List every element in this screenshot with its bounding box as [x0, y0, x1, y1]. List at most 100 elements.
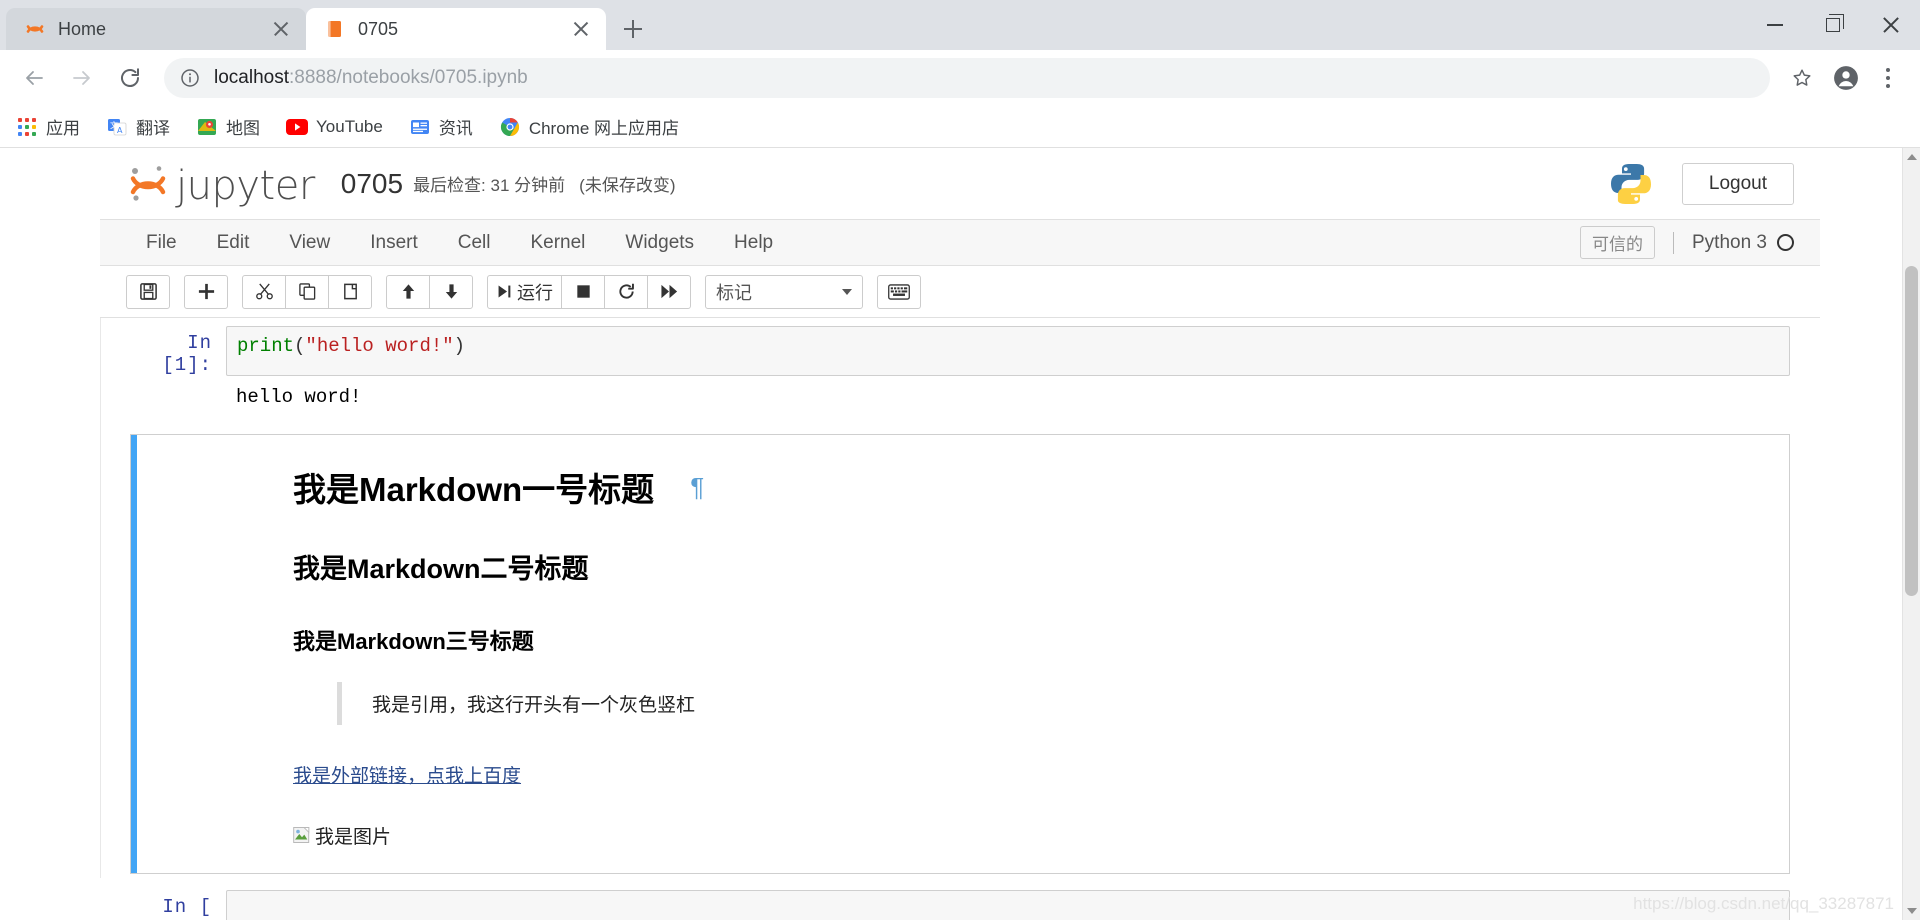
logout-button[interactable]: Logout	[1681, 162, 1794, 205]
run-cell-button[interactable]: 运行	[487, 274, 562, 309]
reload-button[interactable]	[110, 58, 150, 98]
cell-type-select[interactable]: 标记	[705, 274, 863, 309]
bookmark-star-icon[interactable]	[1782, 58, 1822, 98]
menu-widgets[interactable]: Widgets	[605, 220, 714, 266]
markdown-content: 我是Markdown一号标题 ¶ 我是Markdown二号标题 我是Markdo…	[137, 463, 1789, 849]
interrupt-kernel-button[interactable]	[561, 274, 605, 309]
arrow-left-icon	[26, 71, 43, 85]
copy-button[interactable]	[285, 274, 329, 309]
notebook-container: jupyter 0705 最后检查: 31 分钟前 (未保存改变) Logout	[100, 148, 1820, 920]
jupyter-wordmark: jupyter	[176, 162, 315, 209]
back-button[interactable]	[14, 58, 54, 98]
markdown-blockquote: 我是引用，我这行开头有一个灰色竖杠	[337, 682, 1763, 725]
restart-and-run-all-button[interactable]	[647, 274, 691, 309]
address-bar-url: localhost:8888/notebooks/0705.ipynb	[214, 67, 528, 89]
toolbar-group-run: 运行	[487, 274, 691, 309]
run-icon	[498, 285, 511, 298]
tab-strip: Home 0705	[0, 0, 1920, 50]
svg-text:A: A	[117, 126, 123, 135]
jupyter-logo[interactable]: jupyter	[126, 162, 315, 206]
arrow-up-icon	[402, 284, 414, 299]
scrollbar-thumb[interactable]	[1905, 266, 1918, 596]
maximize-icon	[1826, 14, 1844, 32]
keyboard-icon	[888, 283, 910, 300]
anchor-link-icon[interactable]: ¶	[690, 472, 704, 503]
save-button[interactable]	[126, 274, 170, 309]
cell-type-value: 标记	[716, 282, 752, 303]
code-cell-1-output: hello word!	[130, 376, 1790, 422]
chrome-menu-button[interactable]	[1870, 58, 1906, 98]
restart-kernel-button[interactable]	[604, 274, 648, 309]
command-palette-button[interactable]	[877, 274, 921, 309]
close-icon[interactable]	[270, 18, 292, 40]
move-cell-up-button[interactable]	[386, 274, 430, 309]
stop-square-icon	[576, 285, 590, 298]
code-cell-1[interactable]: In [1]: print("hello word!")	[130, 326, 1790, 376]
close-window-button[interactable]	[1862, 0, 1920, 50]
scroll-up-arrow-icon[interactable]	[1907, 154, 1917, 160]
bookmark-news[interactable]: 资讯	[409, 114, 473, 139]
code-editor-empty[interactable]	[226, 890, 1790, 920]
notebook-left-border	[100, 318, 101, 878]
notebook-title[interactable]: 0705	[341, 168, 403, 200]
kernel-idle-icon[interactable]	[1777, 234, 1794, 251]
markdown-heading-2: 我是Markdown二号标题	[293, 554, 589, 584]
markdown-cell[interactable]: 我是Markdown一号标题 ¶ 我是Markdown二号标题 我是Markdo…	[130, 434, 1790, 874]
markdown-external-link[interactable]: 我是外部链接，点我上百度	[293, 761, 1763, 788]
scissors-icon	[255, 283, 273, 300]
reload-icon	[121, 68, 139, 87]
minimize-button[interactable]	[1746, 0, 1804, 50]
bookmark-apps[interactable]: 应用	[16, 114, 80, 139]
bookmark-translate[interactable]: 文 A 翻译	[106, 114, 170, 139]
info-circle-icon[interactable]	[180, 68, 200, 88]
close-icon[interactable]	[570, 18, 592, 40]
markdown-rendered-body[interactable]: 我是Markdown一号标题 ¶ 我是Markdown二号标题 我是Markdo…	[137, 435, 1789, 873]
cut-button[interactable]	[242, 274, 286, 309]
address-bar[interactable]: localhost:8888/notebooks/0705.ipynb	[164, 58, 1770, 98]
forward-button[interactable]	[62, 58, 102, 98]
notebook-body: In [1]: print("hello word!") hello word!	[100, 318, 1820, 920]
browser-toolbar: localhost:8888/notebooks/0705.ipynb	[0, 50, 1920, 106]
menu-help[interactable]: Help	[714, 220, 793, 266]
markdown-broken-image: 我是图片	[293, 822, 1763, 849]
chrome-webstore-icon	[499, 116, 521, 138]
page-scrollbar[interactable]	[1902, 148, 1920, 920]
menu-file[interactable]: File	[126, 220, 197, 266]
paste-button[interactable]	[328, 274, 372, 309]
broken-image-icon	[293, 826, 313, 846]
dot-icon	[1886, 84, 1890, 88]
tab-title: 0705	[358, 18, 399, 39]
close-icon	[1882, 16, 1900, 34]
code-editor[interactable]: print("hello word!")	[226, 326, 1790, 376]
menu-kernel[interactable]: Kernel	[510, 220, 605, 266]
maximize-button[interactable]	[1804, 0, 1862, 50]
bookmark-maps[interactable]: 地图	[196, 114, 260, 139]
markdown-heading-3: 我是Markdown三号标题	[293, 629, 534, 654]
toolbar-group-insert	[184, 274, 228, 309]
menu-view[interactable]: View	[269, 220, 350, 266]
insert-cell-below-button[interactable]	[184, 274, 228, 309]
bookmark-label: 应用	[46, 119, 80, 138]
bookmark-label: 地图	[226, 119, 260, 138]
bookmark-label: 翻译	[136, 119, 170, 138]
new-tab-button[interactable]	[616, 12, 650, 46]
menu-insert[interactable]: Insert	[350, 220, 438, 266]
menu-cell[interactable]: Cell	[438, 220, 511, 266]
notebook-icon	[324, 18, 346, 40]
scroll-down-arrow-icon[interactable]	[1907, 908, 1917, 914]
paste-icon	[343, 283, 357, 300]
apps-grid-icon	[16, 116, 38, 138]
bookmark-youtube[interactable]: YouTube	[286, 116, 383, 138]
trusted-badge[interactable]: 可信的	[1580, 226, 1655, 259]
profile-avatar[interactable]	[1826, 58, 1866, 98]
cell-prompt: In [ ]:	[162, 896, 212, 920]
browser-tab-home[interactable]: Home	[6, 8, 306, 50]
code-cell-2[interactable]: In [ ]:	[130, 890, 1790, 920]
move-cell-down-button[interactable]	[429, 274, 473, 309]
cells-area: In [1]: print("hello word!") hello word!	[100, 318, 1820, 920]
toolbar-group-move	[386, 274, 473, 309]
code-token-paren-close: )	[453, 335, 466, 357]
browser-tab-0705[interactable]: 0705	[306, 8, 606, 50]
menu-edit[interactable]: Edit	[197, 220, 270, 266]
bookmark-chrome-webstore[interactable]: Chrome 网上应用店	[499, 114, 679, 139]
